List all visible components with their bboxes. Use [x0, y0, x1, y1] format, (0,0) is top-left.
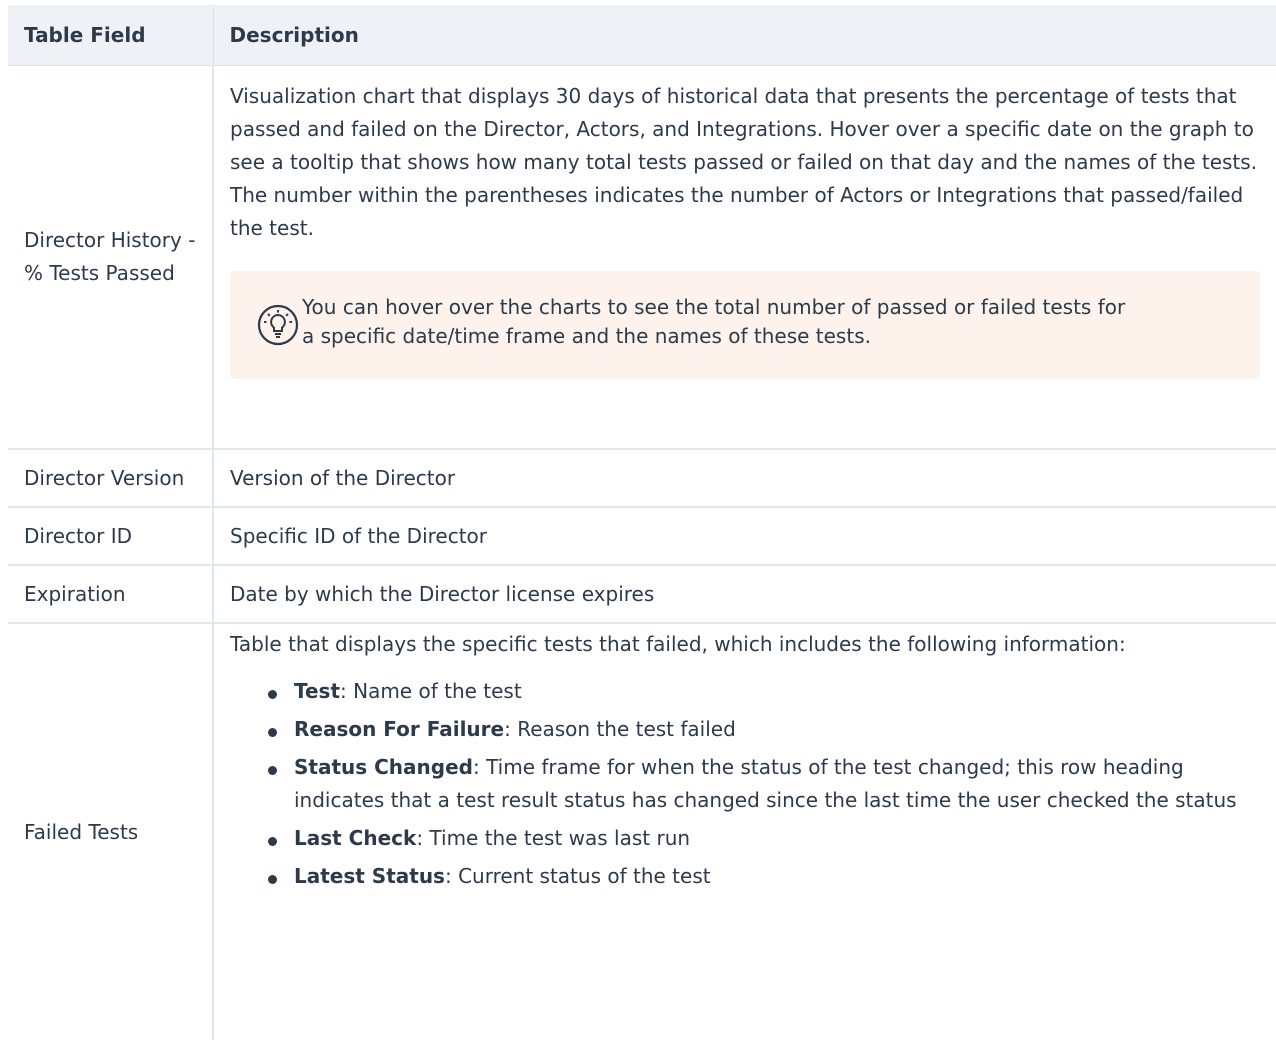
field-description: Version of the Director	[213, 449, 1276, 508]
description-text: Visualization chart that displays 30 day…	[230, 84, 1258, 240]
list-term: Status Changed	[294, 755, 473, 779]
list-text: : Reason the test failed	[504, 717, 736, 741]
field-name: Expiration	[8, 565, 214, 624]
list-term: Reason For Failure	[294, 717, 505, 741]
list-text: : Name of the test	[340, 679, 522, 703]
table-row: Director Version Version of the Director	[8, 449, 1276, 508]
fields-table: Table Field Description Director History…	[8, 5, 1276, 1040]
tip-text: You can hover over the charts to see the…	[302, 295, 1126, 348]
failed-tests-list: Test: Name of the test Reason For Failur…	[230, 675, 1260, 893]
list-text: : Time the test was last run	[416, 826, 691, 850]
list-term: Latest Status	[294, 864, 445, 888]
field-name: Director Version	[8, 449, 214, 508]
list-term: Last Check	[294, 826, 417, 850]
list-text: : Current status of the test	[444, 864, 711, 888]
header-table-field: Table Field	[8, 5, 214, 66]
list-item: Test: Name of the test	[268, 675, 1260, 708]
field-description: Specific ID of the Director	[213, 507, 1276, 566]
table-row: Director ID Specific ID of the Director	[8, 507, 1276, 566]
field-name: Director ID	[8, 507, 214, 566]
table-row: Failed Tests Table that displays the spe…	[8, 623, 1276, 1040]
description-text: Table that displays the specific tests t…	[230, 632, 1126, 656]
field-name: Failed Tests	[8, 623, 214, 1040]
list-item: Last Check: Time the test was last run	[268, 822, 1260, 855]
list-term: Test	[294, 679, 341, 703]
field-name: Director History - % Tests Passed	[8, 65, 214, 450]
list-item: Reason For Failure: Reason the test fail…	[268, 713, 1260, 746]
field-description: Visualization chart that displays 30 day…	[213, 65, 1276, 450]
page: Table Field Description Director History…	[0, 0, 1276, 1040]
table-header-row: Table Field Description	[8, 5, 1276, 66]
field-description: Table that displays the specific tests t…	[213, 623, 1276, 1040]
lightbulb-icon	[257, 304, 299, 346]
field-description: Date by which the Director license expir…	[213, 565, 1276, 624]
table-row: Director History - % Tests Passed Visual…	[8, 65, 1276, 450]
list-item: Status Changed: Time frame for when the …	[268, 751, 1260, 817]
list-item: Latest Status: Current status of the tes…	[268, 860, 1260, 893]
table-row: Expiration Date by which the Director li…	[8, 565, 1276, 624]
tip-callout: You can hover over the charts to see the…	[230, 271, 1260, 379]
header-description: Description	[213, 5, 1276, 66]
